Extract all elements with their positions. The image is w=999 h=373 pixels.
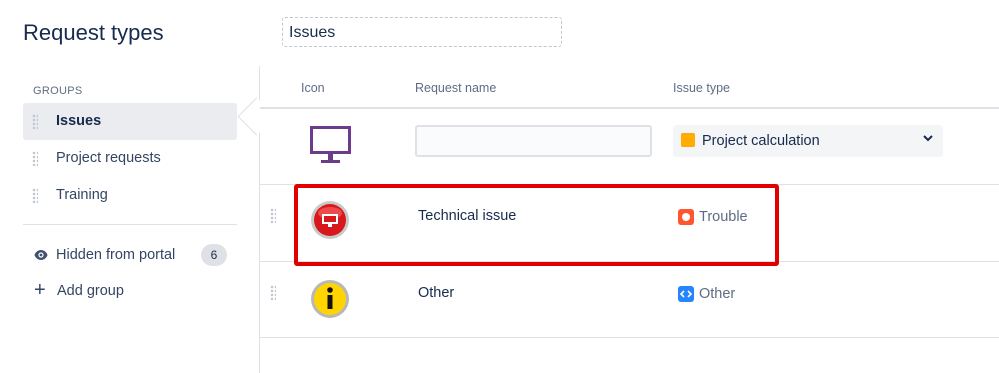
sidebar-divider xyxy=(23,224,237,225)
page-title: Request types xyxy=(23,20,164,45)
drag-handle-icon[interactable] xyxy=(32,114,38,129)
request-name: Other xyxy=(418,285,455,301)
table-row-divider xyxy=(260,337,999,338)
sidebar-item-project-requests[interactable]: Project requests xyxy=(23,140,237,177)
drag-handle-icon[interactable] xyxy=(270,285,276,300)
monitor-icon[interactable] xyxy=(309,125,352,165)
drag-handle-icon[interactable] xyxy=(270,208,276,223)
hidden-from-portal-link[interactable]: Hidden from portal 6 xyxy=(34,244,227,266)
drag-handle-icon[interactable] xyxy=(32,151,38,166)
issue-type-label: Other xyxy=(699,286,736,302)
info-icon xyxy=(311,280,349,318)
table-header-divider xyxy=(260,107,999,109)
column-header-type: Issue type xyxy=(673,81,730,95)
groups-heading: GROUPS xyxy=(33,85,83,97)
sidebar-item-label: Training xyxy=(56,187,108,203)
sidebar-item-label: Project requests xyxy=(56,150,161,166)
sidebar-item-issues[interactable]: Issues xyxy=(23,103,237,140)
sidebar-item-training[interactable]: Training xyxy=(23,177,237,214)
lightbulb-icon xyxy=(681,133,695,147)
issue-type-selected-label: Project calculation xyxy=(702,133,820,149)
request-name-input[interactable] xyxy=(415,125,652,157)
column-header-name: Request name xyxy=(415,81,497,95)
drag-handle-icon[interactable] xyxy=(32,188,38,203)
hidden-from-portal-label: Hidden from portal xyxy=(56,247,176,263)
highlight-annotation xyxy=(294,184,779,266)
sidebar: GROUPS Issues Project requests Training … xyxy=(0,66,260,373)
chevron-down-icon xyxy=(923,135,933,142)
add-group-label: Add group xyxy=(57,283,124,299)
hidden-count-badge: 6 xyxy=(201,244,227,266)
issue-type-select[interactable]: Project calculation xyxy=(673,125,943,157)
eye-icon xyxy=(34,250,48,260)
group-name-input[interactable]: Issues xyxy=(282,17,562,47)
column-header-icon: Icon xyxy=(301,81,325,95)
sidebar-item-label: Issues xyxy=(56,113,102,129)
code-type-icon xyxy=(678,286,694,302)
plus-icon: + xyxy=(34,279,46,301)
